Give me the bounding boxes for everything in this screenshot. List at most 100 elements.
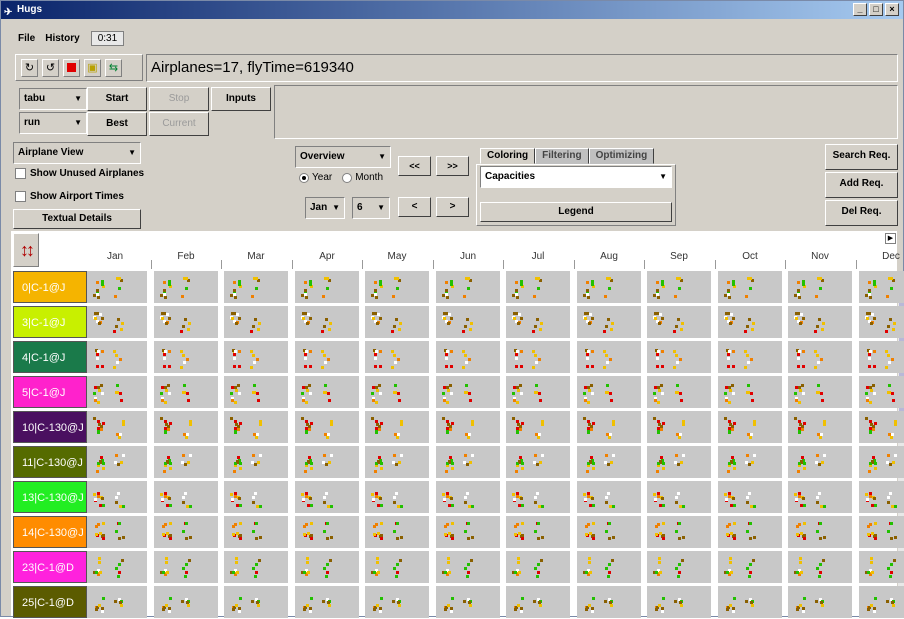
airplane-row-label[interactable]: 10|C-130@J — [13, 411, 87, 443]
schedule-cell[interactable] — [647, 271, 711, 303]
tab-filtering[interactable]: Filtering — [535, 148, 589, 164]
schedule-cell[interactable] — [506, 271, 570, 303]
schedule-cell[interactable] — [154, 376, 218, 408]
schedule-cell[interactable] — [87, 446, 147, 478]
schedule-cell[interactable] — [224, 341, 288, 373]
airplane-row-label[interactable]: 13|C-130@J — [13, 481, 87, 513]
show-airport-checkbox[interactable]: Show Airport Times — [15, 186, 124, 206]
mode-select[interactable]: run ▼ — [19, 112, 87, 134]
schedule-cell[interactable] — [788, 271, 852, 303]
schedule-cell[interactable] — [788, 341, 852, 373]
month-select[interactable]: Jan ▼ — [305, 197, 345, 219]
airplane-row-label[interactable]: 25|C-1@D — [13, 586, 87, 618]
schedule-cell[interactable] — [647, 341, 711, 373]
schedule-cell[interactable] — [154, 306, 218, 338]
schedule-cell[interactable] — [295, 551, 359, 583]
menu-file[interactable]: File — [13, 33, 40, 44]
schedule-cell[interactable] — [224, 411, 288, 443]
schedule-cell[interactable] — [859, 446, 904, 478]
schedule-cell[interactable] — [87, 586, 147, 618]
airplane-row-label[interactable]: 4|C-1@J — [13, 341, 87, 373]
schedule-cell[interactable] — [718, 551, 782, 583]
start-button[interactable]: Start — [87, 87, 147, 111]
airplane-row-label[interactable]: 3|C-1@J — [13, 306, 87, 338]
prev-button[interactable]: < — [398, 197, 431, 217]
schedule-cell[interactable] — [154, 481, 218, 513]
schedule-cell[interactable] — [154, 586, 218, 618]
schedule-cell[interactable] — [506, 551, 570, 583]
search-req-button[interactable]: Search Req. — [825, 144, 898, 170]
schedule-cell[interactable] — [859, 411, 904, 443]
schedule-cell[interactable] — [506, 481, 570, 513]
schedule-cell[interactable] — [154, 411, 218, 443]
schedule-cell[interactable] — [859, 586, 904, 618]
schedule-cell[interactable] — [87, 481, 147, 513]
schedule-cell[interactable] — [506, 306, 570, 338]
schedule-cell[interactable] — [577, 306, 641, 338]
schedule-cell[interactable] — [859, 271, 904, 303]
radio-month[interactable]: Month — [342, 172, 383, 183]
schedule-cell[interactable] — [718, 516, 782, 548]
schedule-cell[interactable] — [154, 341, 218, 373]
schedule-cell[interactable] — [577, 586, 641, 618]
schedule-cell[interactable] — [224, 551, 288, 583]
schedule-cell[interactable] — [365, 306, 429, 338]
schedule-cell[interactable] — [365, 551, 429, 583]
schedule-cell[interactable] — [788, 306, 852, 338]
schedule-cell[interactable] — [506, 446, 570, 478]
schedule-cell[interactable] — [506, 376, 570, 408]
schedule-cell[interactable] — [436, 306, 500, 338]
schedule-cell[interactable] — [859, 551, 904, 583]
schedule-cell[interactable] — [295, 516, 359, 548]
schedule-cell[interactable] — [436, 446, 500, 478]
schedule-cell[interactable] — [647, 411, 711, 443]
schedule-cell[interactable] — [154, 516, 218, 548]
schedule-cell[interactable] — [365, 411, 429, 443]
schedule-cell[interactable] — [224, 586, 288, 618]
schedule-cell[interactable] — [295, 411, 359, 443]
sort-icon[interactable]: ↕↕ — [13, 233, 39, 267]
schedule-cell[interactable] — [577, 481, 641, 513]
schedule-cell[interactable] — [647, 551, 711, 583]
schedule-cell[interactable] — [506, 411, 570, 443]
schedule-cell[interactable] — [859, 306, 904, 338]
schedule-cell[interactable] — [506, 516, 570, 548]
schedule-cell[interactable] — [87, 516, 147, 548]
schedule-cell[interactable] — [87, 306, 147, 338]
schedule-cell[interactable] — [647, 586, 711, 618]
schedule-cell[interactable] — [436, 376, 500, 408]
minimize-button[interactable]: _ — [853, 3, 867, 16]
undo-icon[interactable]: ↺ — [42, 58, 59, 77]
schedule-cell[interactable] — [436, 411, 500, 443]
schedule-cell[interactable] — [154, 271, 218, 303]
airplane-row-label[interactable]: 0|C-1@J — [13, 271, 87, 303]
schedule-cell[interactable] — [718, 306, 782, 338]
schedule-cell[interactable] — [718, 481, 782, 513]
schedule-cell[interactable] — [647, 516, 711, 548]
refresh-icon[interactable]: ↻ — [21, 58, 38, 77]
close-button[interactable]: × — [885, 3, 899, 16]
schedule-cell[interactable] — [506, 341, 570, 373]
schedule-cell[interactable] — [788, 411, 852, 443]
schedule-cell[interactable] — [506, 586, 570, 618]
schedule-cell[interactable] — [577, 376, 641, 408]
airplane-row-label[interactable]: 5|C-1@J — [13, 376, 87, 408]
schedule-cell[interactable] — [788, 551, 852, 583]
day-select[interactable]: 6 ▼ — [352, 197, 390, 219]
schedule-cell[interactable] — [224, 271, 288, 303]
schedule-cell[interactable] — [788, 481, 852, 513]
schedule-cell[interactable] — [224, 376, 288, 408]
schedule-cell[interactable] — [365, 376, 429, 408]
schedule-cell[interactable] — [577, 271, 641, 303]
schedule-cell[interactable] — [87, 341, 147, 373]
schedule-cell[interactable] — [436, 586, 500, 618]
schedule-cell[interactable] — [154, 551, 218, 583]
schedule-cell[interactable] — [365, 446, 429, 478]
schedule-cell[interactable] — [154, 446, 218, 478]
schedule-cell[interactable] — [436, 551, 500, 583]
schedule-cell[interactable] — [224, 446, 288, 478]
schedule-cell[interactable] — [788, 586, 852, 618]
schedule-cell[interactable] — [859, 516, 904, 548]
schedule-cell[interactable] — [87, 376, 147, 408]
schedule-cell[interactable] — [365, 586, 429, 618]
